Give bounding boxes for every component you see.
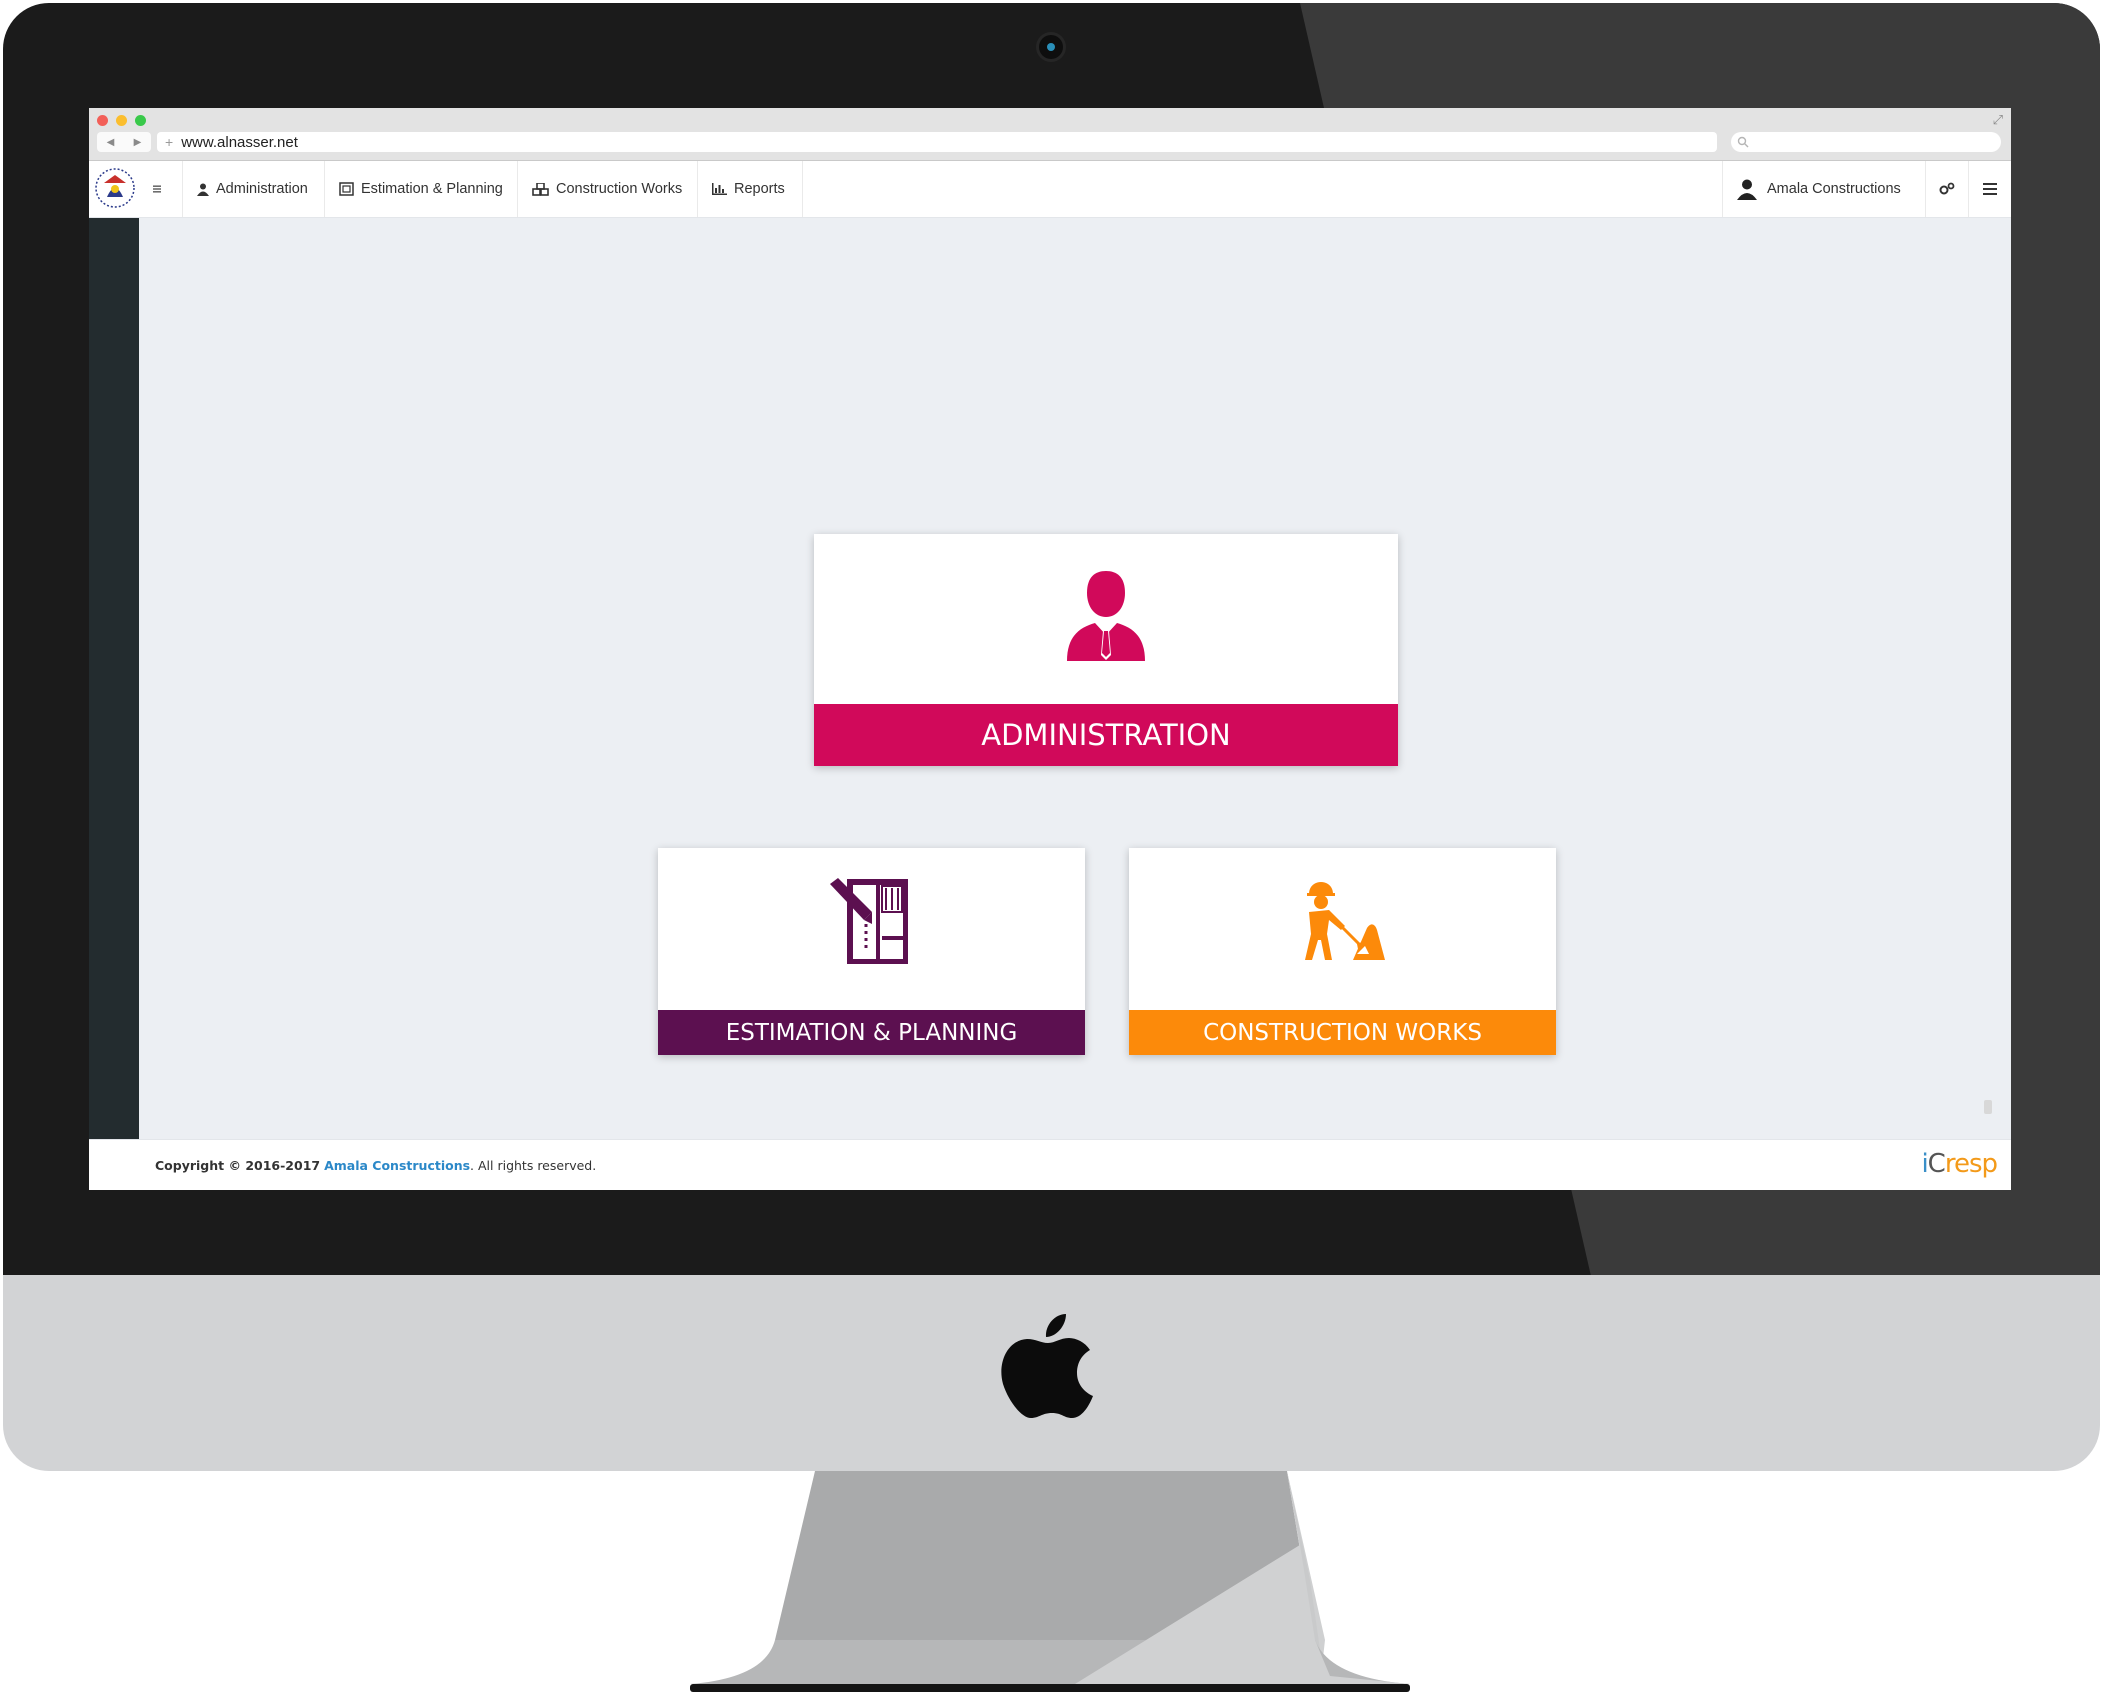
search-icon (1737, 136, 1749, 148)
apple-logo-icon (1001, 1314, 1093, 1418)
scrollbar-thumb[interactable] (1984, 1100, 1992, 1114)
hamburger-icon (153, 185, 161, 193)
nav-reports-label: Reports (734, 181, 785, 197)
settings-button[interactable] (1925, 161, 1968, 217)
user-menu[interactable]: Amala Constructions (1722, 161, 1925, 217)
tile-construction-label: CONSTRUCTION WORKS (1129, 1010, 1556, 1055)
user-icon (197, 183, 209, 196)
nav-estimation-label: Estimation & Planning (361, 181, 503, 197)
nav-administration[interactable]: Administration (183, 161, 325, 217)
address-bar[interactable]: + www.alnasser.net (157, 132, 1717, 152)
nav-administration-label: Administration (216, 181, 308, 197)
plus-icon: + (165, 134, 174, 150)
browser-search-input[interactable] (1731, 132, 2001, 152)
settings-icon (1939, 182, 1955, 195)
icresp-brand-logo[interactable]: iCresp (1921, 1149, 1998, 1179)
blueprint-icon (339, 182, 354, 196)
cubes-icon (532, 182, 549, 196)
tile-administration-label: ADMINISTRATION (814, 704, 1398, 766)
fullscreen-icon[interactable]: ⤢ (1993, 112, 2003, 128)
worker-shovel-icon (1305, 882, 1385, 960)
user-avatar-icon (1737, 179, 1757, 200)
nav-construction-label: Construction Works (556, 181, 683, 197)
close-window-button[interactable] (97, 115, 108, 126)
blueprint-plan-icon (830, 878, 908, 964)
brand-part-3: resp (1944, 1149, 1998, 1179)
minimize-window-button[interactable] (116, 115, 127, 126)
history-nav: ◀ ▶ (97, 132, 151, 152)
copyright-prefix: Copyright © 2016-2017 (155, 1158, 321, 1173)
company-logo[interactable] (94, 167, 136, 209)
bar-chart-icon (712, 183, 727, 195)
nav-construction-works[interactable]: Construction Works (518, 161, 698, 217)
nav-reports[interactable]: Reports (698, 161, 803, 217)
businessman-icon (1067, 571, 1145, 661)
user-name: Amala Constructions (1767, 181, 1901, 197)
back-arrow-icon[interactable]: ◀ (107, 137, 115, 148)
tile-administration[interactable]: ADMINISTRATION (814, 534, 1398, 766)
tile-estimation-planning[interactable]: ESTIMATION & PLANNING (658, 848, 1085, 1055)
menu-button[interactable] (1968, 161, 2011, 217)
screen: ◀ ▶ + www.alnasser.net ⤢ Administration … (89, 108, 2011, 1190)
footer: Copyright © 2016-2017 Amala Construction… (89, 1139, 2011, 1190)
main-content: ADMINISTRATION ESTIMATION & PLANNING CON… (139, 218, 2011, 1139)
browser-chrome: ◀ ▶ + www.alnasser.net ⤢ (89, 108, 2011, 161)
maximize-window-button[interactable] (135, 115, 146, 126)
nav-estimation-planning[interactable]: Estimation & Planning (325, 161, 518, 217)
sidebar-toggle-button[interactable] (139, 161, 183, 217)
camera-icon (1039, 35, 1063, 59)
menu-icon (1983, 183, 1997, 195)
copyright-text: Copyright © 2016-2017 Amala Construction… (155, 1158, 596, 1173)
brand-part-2: C (1927, 1149, 1946, 1179)
tile-construction-works[interactable]: CONSTRUCTION WORKS (1129, 848, 1556, 1055)
tile-estimation-label: ESTIMATION & PLANNING (658, 1010, 1085, 1055)
app-header: Administration Estimation & Planning Con… (89, 161, 2011, 218)
company-link[interactable]: Amala Constructions (324, 1158, 470, 1173)
copyright-suffix: . All rights reserved. (470, 1158, 597, 1173)
forward-arrow-icon[interactable]: ▶ (134, 137, 142, 148)
sidebar (89, 218, 139, 1139)
url-text: www.alnasser.net (181, 133, 298, 151)
